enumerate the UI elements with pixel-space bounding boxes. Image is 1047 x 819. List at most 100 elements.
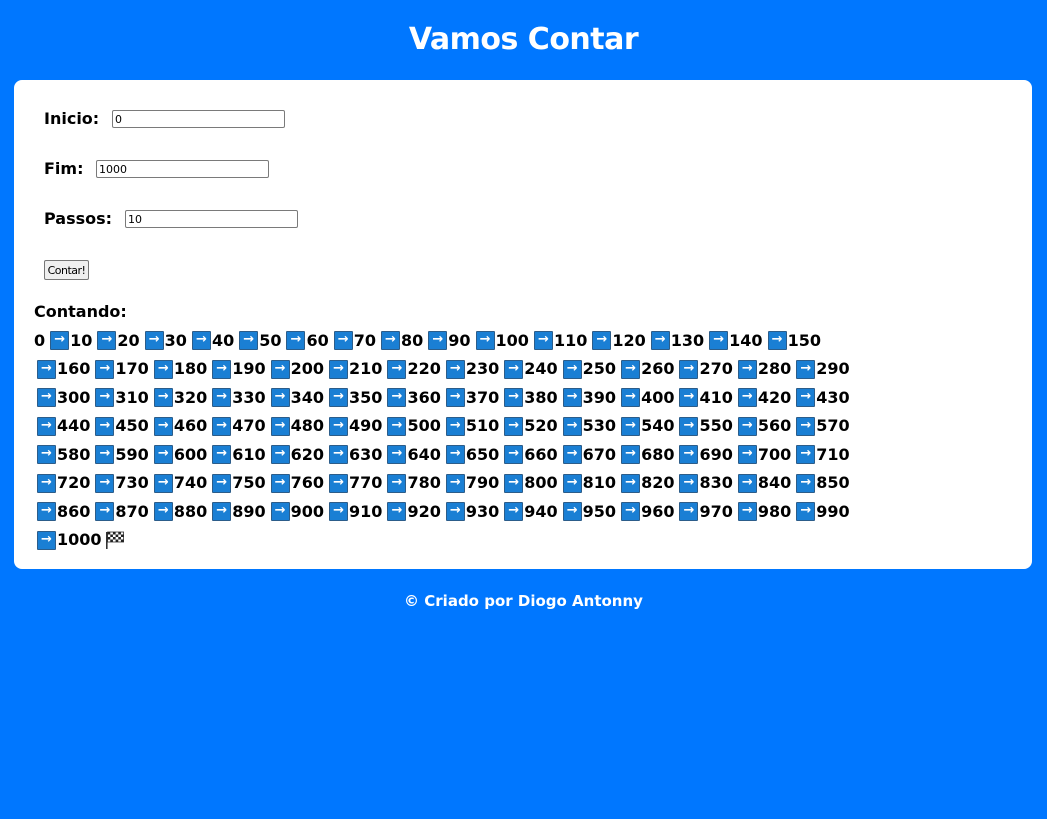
count-value: 950 [582, 501, 617, 521]
count-value: 360 [407, 387, 441, 407]
count-value: 650 [465, 444, 500, 464]
right-arrow-icon: → [144, 331, 164, 350]
count-value: 20 [117, 330, 140, 350]
count-value: 780 [407, 473, 441, 492]
right-arrow-icon: → [95, 473, 115, 493]
count-value: 480 [290, 416, 325, 435]
right-arrow-icon: → [97, 331, 117, 350]
count-value: 710 [816, 444, 850, 464]
right-arrow-icon: → [95, 502, 115, 521]
right-arrow-icon: → [562, 416, 582, 436]
right-arrow-icon: → [153, 416, 173, 436]
count-value: 300 [57, 387, 91, 407]
count-value: 400 [641, 387, 675, 407]
right-arrow-icon: → [153, 473, 173, 493]
right-arrow-icon: → [679, 473, 699, 493]
count-value: 670 [582, 444, 617, 464]
count-value: 940 [524, 501, 558, 521]
right-arrow-icon: → [270, 473, 290, 493]
count-value: 560 [757, 416, 792, 435]
right-arrow-icon: → [737, 473, 757, 493]
count-value: 720 [57, 473, 91, 492]
passos-label: Passos: [44, 209, 113, 228]
right-arrow-icon: → [796, 416, 816, 436]
count-value: 30 [164, 330, 187, 350]
right-arrow-icon: → [679, 388, 699, 407]
right-arrow-icon: → [562, 388, 582, 407]
right-arrow-icon: → [504, 502, 524, 521]
right-arrow-icon: → [37, 416, 56, 436]
right-arrow-icon: → [533, 331, 553, 350]
right-arrow-icon: → [37, 530, 56, 550]
right-arrow-icon: → [286, 331, 306, 350]
right-arrow-icon: → [239, 331, 259, 350]
right-arrow-icon: → [212, 473, 232, 493]
inicio-input[interactable] [112, 110, 285, 128]
right-arrow-icon: → [445, 359, 465, 379]
right-arrow-icon: → [387, 416, 407, 436]
count-value: 60 [306, 330, 329, 350]
count-value: 230 [465, 359, 500, 378]
count-value: 580 [57, 444, 91, 464]
count-value: 210 [349, 359, 383, 378]
count-result: 0 → 10 → 20 → 30 → 40 → 50 → 60 → 70 → 80 → 90 → 100 → 110 → 120… [34, 326, 994, 554]
right-arrow-icon: → [329, 473, 349, 493]
right-arrow-icon: → [504, 388, 524, 407]
count-value: 270 [699, 359, 733, 378]
right-arrow-icon: → [737, 359, 757, 379]
right-arrow-icon: → [737, 502, 757, 521]
count-value: 100 [495, 330, 529, 350]
right-arrow-icon: → [621, 388, 641, 407]
count-value: 220 [407, 359, 441, 378]
right-arrow-icon: → [445, 416, 465, 436]
count-value: 530 [582, 416, 617, 435]
count-value: 860 [57, 501, 91, 521]
count-value: 970 [699, 501, 733, 521]
right-arrow-icon: → [37, 445, 56, 464]
count-value: 630 [349, 444, 383, 464]
right-arrow-icon: → [95, 388, 115, 407]
count-value: 790 [465, 473, 500, 492]
count-value: 550 [699, 416, 733, 435]
count-value: 1000 [57, 530, 102, 549]
right-arrow-icon: → [737, 416, 757, 436]
right-arrow-icon: → [381, 331, 400, 350]
count-value: 430 [816, 387, 850, 407]
right-arrow-icon: → [796, 359, 816, 379]
right-arrow-icon: → [329, 416, 349, 436]
right-arrow-icon: → [621, 445, 641, 464]
right-arrow-icon: → [329, 359, 349, 379]
right-arrow-icon: → [621, 473, 641, 493]
count-value: 830 [699, 473, 733, 492]
fim-input[interactable] [96, 160, 269, 178]
count-value: 420 [757, 387, 792, 407]
count-value: 800 [524, 473, 558, 492]
count-value: 10 [70, 330, 93, 350]
passos-input[interactable] [125, 210, 298, 228]
count-value: 160 [57, 359, 91, 378]
count-value: 570 [816, 416, 850, 435]
footer-credit: © Criado por Diogo Antonny [404, 592, 643, 610]
right-arrow-icon: → [329, 445, 349, 464]
right-arrow-icon: → [562, 445, 582, 464]
contar-button[interactable]: Contar! [44, 260, 89, 280]
right-arrow-icon: → [621, 359, 641, 379]
count-value: 540 [641, 416, 675, 435]
right-arrow-icon: → [592, 331, 612, 350]
right-arrow-icon: → [504, 445, 524, 464]
count-value: 380 [524, 387, 558, 407]
right-arrow-icon: → [212, 416, 232, 436]
count-value: 40 [211, 330, 235, 350]
count-value: 490 [349, 416, 383, 435]
count-value: 260 [641, 359, 675, 378]
count-value: 850 [816, 473, 850, 492]
count-value: 370 [465, 387, 500, 407]
right-arrow-icon: → [387, 473, 407, 493]
count-value: 620 [290, 444, 325, 464]
right-arrow-icon: → [50, 331, 70, 350]
right-arrow-icon: → [212, 388, 232, 407]
count-value: 320 [173, 387, 208, 407]
right-arrow-icon: → [445, 388, 465, 407]
count-value: 690 [699, 444, 733, 464]
count-value: 890 [232, 501, 266, 521]
